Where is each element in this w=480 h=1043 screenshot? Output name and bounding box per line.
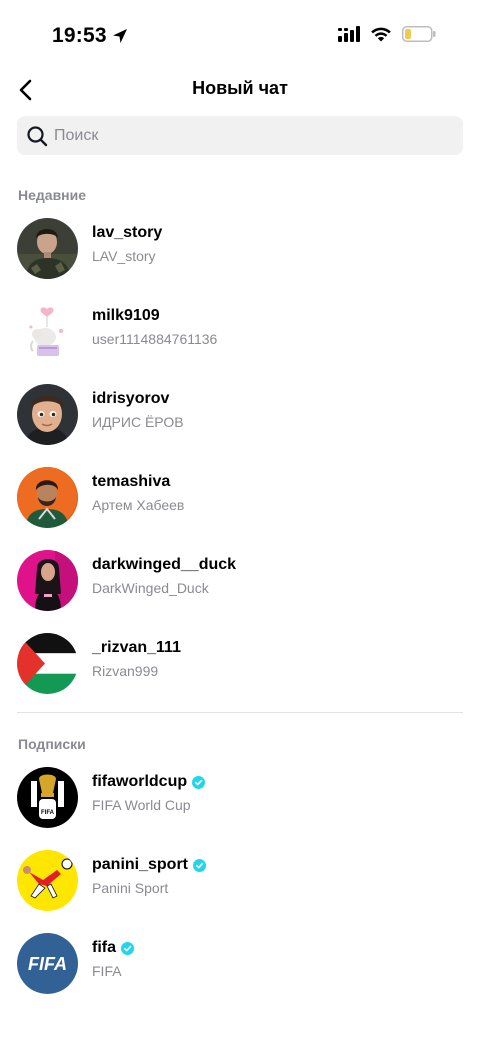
- fifa-logo-text: FIFA: [41, 810, 55, 816]
- nickname: DarkWinged_Duck: [92, 580, 209, 596]
- search-icon: [27, 125, 48, 146]
- nickname: Panini Sport: [92, 880, 169, 896]
- username-text: fifaworldcup: [92, 773, 188, 790]
- username-text: idrisyorov: [92, 390, 170, 407]
- section-divider: [17, 712, 463, 713]
- verified-badge-icon: [192, 775, 206, 789]
- username-text: milk9109: [92, 307, 160, 324]
- verified-badge-icon: [121, 941, 134, 955]
- username: lav_story: [92, 224, 162, 242]
- nickname: Артем Хабеев: [92, 497, 185, 513]
- section-header-following: Подписки: [18, 736, 86, 752]
- nickname: FIFA: [92, 963, 122, 979]
- verified-badge-icon: [193, 858, 207, 872]
- username: fifaworldcup: [92, 773, 206, 791]
- avatar: FIFA: [17, 767, 78, 828]
- nickname: Rizvan999: [92, 663, 159, 679]
- nickname: FIFA World Cup: [92, 797, 191, 813]
- username: fifa: [92, 939, 134, 957]
- username: idrisyorov: [92, 390, 169, 408]
- username-text: darkwinged__duck: [92, 556, 237, 573]
- avatar: [17, 218, 78, 279]
- status-icons: [338, 26, 436, 42]
- section-header-recent: Недавние: [18, 187, 87, 203]
- avatar: [17, 850, 78, 911]
- username-text: fifa: [92, 939, 116, 956]
- cellular-signal-icon: [338, 26, 360, 42]
- avatar: FIFA: [17, 933, 78, 994]
- username-text: _rizvan_111: [92, 639, 181, 656]
- username-text: temashiva: [92, 473, 171, 490]
- avatar: [17, 467, 78, 528]
- contact-row[interactable]: FIFA fifa FIFA: [0, 927, 480, 999]
- username: panini_sport: [92, 856, 207, 874]
- username-text: panini_sport: [92, 856, 189, 873]
- username: temashiva: [92, 473, 170, 491]
- contact-row[interactable]: idrisyorov ИДРИС ЁРОВ: [0, 378, 480, 450]
- avatar: [17, 633, 78, 694]
- username: _rizvan_111: [92, 639, 181, 657]
- contact-row[interactable]: panini_sport Panini Sport: [0, 844, 480, 916]
- contact-row[interactable]: lav_story LAV_story: [0, 212, 480, 284]
- contact-row[interactable]: temashiva Артем Хабеев: [0, 461, 480, 533]
- username: darkwinged__duck: [92, 556, 236, 574]
- avatar: [17, 550, 78, 611]
- status-bar: 19:53: [0, 0, 480, 70]
- username-text: lav_story: [92, 224, 163, 241]
- nickname: LAV_story: [92, 248, 156, 264]
- wifi-icon: [371, 27, 391, 42]
- username: milk9109: [92, 307, 160, 325]
- search-input[interactable]: [54, 126, 434, 145]
- nickname: user1114884761136: [92, 331, 218, 347]
- location-arrow-icon: [112, 29, 127, 43]
- contact-row[interactable]: _rizvan_111 Rizvan999: [0, 627, 480, 699]
- status-time-text: 19:53: [52, 24, 107, 47]
- nickname: ИДРИС ЁРОВ: [92, 414, 184, 430]
- contact-row[interactable]: milk9109 user1114884761136: [0, 295, 480, 367]
- status-time: 19:53: [52, 24, 129, 48]
- contact-row[interactable]: FIFA fifaworldcup FIFA World Cup: [0, 761, 480, 833]
- fifa-logo-text: FIFA: [28, 954, 67, 974]
- avatar: [17, 301, 78, 362]
- page-title: Новый чат: [192, 78, 288, 98]
- battery-low-icon: [402, 26, 436, 42]
- nav-bar: Новый чат: [0, 70, 480, 110]
- avatar: [17, 384, 78, 445]
- search-bar[interactable]: [17, 116, 463, 155]
- contact-row[interactable]: darkwinged__duck DarkWinged_Duck: [0, 544, 480, 616]
